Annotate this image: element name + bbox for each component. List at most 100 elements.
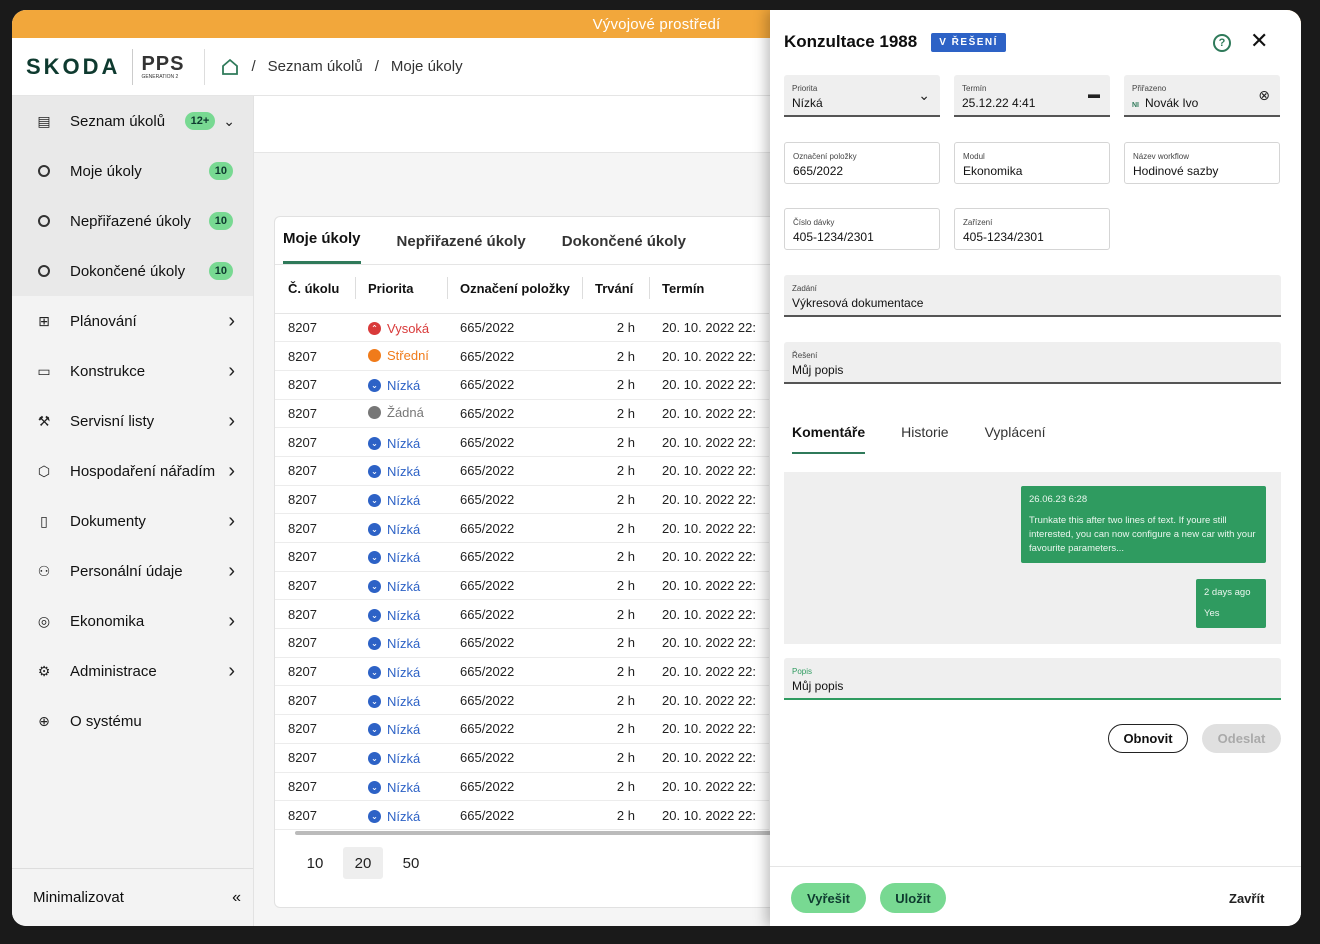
comment-text: Yes bbox=[1204, 608, 1220, 619]
tab-historie[interactable]: Historie bbox=[901, 424, 948, 454]
priority-label: Nízká bbox=[387, 665, 421, 681]
table-row[interactable]: 8207 ⌄ Nízká 665/2022 2 h 20. 10. 2022 22: bbox=[275, 571, 769, 601]
refresh-button[interactable]: Obnovit bbox=[1108, 724, 1188, 753]
cell-item: 665/2022 bbox=[447, 542, 582, 572]
table-row[interactable]: 8207 ⌄ Nízká 665/2022 2 h 20. 10. 2022 22: bbox=[275, 427, 769, 457]
table-row[interactable]: 8207 ⌄ Nízká 665/2022 2 h 20. 10. 2022 22: bbox=[275, 599, 769, 630]
cell-priority: ⌄ Nízká bbox=[355, 513, 447, 543]
list-icon: ▤ bbox=[37, 112, 51, 129]
tab-komentare[interactable]: Komentáře bbox=[792, 424, 866, 454]
sidebar-item-4[interactable]: ▯ Dokumenty › bbox=[12, 496, 253, 546]
cell-priority: ⌃ Vysoká bbox=[355, 313, 447, 343]
resolve-button[interactable]: Vyřešit bbox=[791, 883, 866, 913]
table-row[interactable]: 8207 ⌄ Nízká 665/2022 2 h 20. 10. 2022 22: bbox=[275, 370, 769, 400]
sidebar-item-neprirazene-ukoly[interactable]: Nepřiřazené úkoly 10 bbox=[12, 196, 253, 246]
item-code-field[interactable]: Označení položky 665/2022 bbox=[784, 142, 940, 184]
table-row[interactable]: 8207 Střední 665/2022 2 h 20. 10. 2022 22: bbox=[275, 341, 769, 371]
comment-input[interactable]: Popis Můj popis bbox=[784, 658, 1281, 700]
table-row[interactable]: 8207 ⌄ Nízká 665/2022 2 h 20. 10. 2022 22: bbox=[275, 714, 769, 744]
priority-label: Nízká bbox=[387, 722, 421, 738]
sidebar-item-8[interactable]: ⊕ O systému bbox=[12, 696, 253, 746]
assignment-field[interactable]: Zadání Výkresová dokumentace bbox=[784, 275, 1281, 317]
cell-item: 665/2022 bbox=[447, 456, 582, 486]
globe-icon: ⊕ bbox=[38, 712, 50, 729]
sidebar-item-seznam-ukolu[interactable]: ▤ Seznam úkolů 12+ ⌄ bbox=[12, 96, 253, 146]
save-button[interactable]: Uložit bbox=[880, 883, 946, 913]
close-icon[interactable]: ✕ bbox=[1250, 30, 1268, 52]
page-size-selector: 10 20 50 bbox=[295, 847, 431, 879]
minimize-button[interactable]: Minimalizovat « bbox=[12, 868, 253, 926]
cell-item: 665/2022 bbox=[447, 485, 582, 515]
tab-vyplaceni[interactable]: Vyplácení bbox=[985, 424, 1046, 454]
priority-label: Nízká bbox=[387, 435, 421, 451]
table-row[interactable]: 8207 Žádná 665/2022 2 h 20. 10. 2022 22: bbox=[275, 399, 769, 429]
table-row[interactable]: 8207 ⌄ Nízká 665/2022 2 h 20. 10. 2022 22: bbox=[275, 456, 769, 486]
column-header-due[interactable]: Termín bbox=[649, 265, 769, 314]
assignee-field[interactable]: Přiřazeno NI Novák Ivo ⊗ bbox=[1124, 75, 1280, 117]
chevron-down-icon[interactable]: ⌄ bbox=[223, 113, 235, 130]
due-date-field[interactable]: Termín 25.12.22 4:41 ▬ bbox=[954, 75, 1110, 117]
sidebar-item-label: Administrace bbox=[70, 662, 157, 680]
sidebar-item-6[interactable]: ◎ Ekonomika › bbox=[12, 596, 253, 646]
sidebar-item-label: Ekonomika bbox=[70, 612, 145, 630]
device-field[interactable]: Zařízení 405-1234/2301 bbox=[954, 208, 1110, 250]
sidebar-item-dokoncene-ukoly[interactable]: Dokončené úkoly 10 bbox=[12, 246, 253, 296]
horizontal-scrollbar[interactable] bbox=[295, 831, 775, 835]
table-row[interactable]: 8207 ⌄ Nízká 665/2022 2 h 20. 10. 2022 22: bbox=[275, 685, 769, 716]
close-button[interactable]: Zavřít bbox=[1229, 883, 1264, 913]
priority-select[interactable]: Priorita Nízká ⌄ bbox=[784, 75, 940, 117]
panel-footer: Vyřešit Uložit Zavřít bbox=[770, 866, 1301, 926]
sidebar-item-3[interactable]: ⬡ Hospodaření nářadím › bbox=[12, 446, 253, 496]
workflow-field[interactable]: Název workflow Hodinové sazby bbox=[1124, 142, 1280, 184]
table-row[interactable]: 8207 ⌄ Nízká 665/2022 2 h 20. 10. 2022 22: bbox=[275, 513, 769, 543]
tab-dokoncene-ukoly[interactable]: Dokončené úkoly bbox=[562, 233, 686, 264]
breadcrumb-item-seznam[interactable]: Seznam úkolů bbox=[268, 58, 363, 75]
column-header-item[interactable]: Označení položky bbox=[447, 265, 582, 314]
comment-text: Trunkate this after two lines of text. I… bbox=[1029, 515, 1256, 554]
calendar-icon[interactable]: ▬ bbox=[1088, 87, 1100, 101]
column-header-duration[interactable]: Trvání bbox=[582, 265, 649, 314]
batch-number-field[interactable]: Číslo dávky 405-1234/2301 bbox=[784, 208, 940, 250]
priority-label: Nízká bbox=[387, 779, 421, 795]
skoda-logo[interactable]: SKODA bbox=[26, 54, 120, 80]
page-size-10[interactable]: 10 bbox=[295, 847, 335, 879]
wrench-icon: ⚒ bbox=[37, 412, 51, 429]
solution-field[interactable]: Řešení Můj popis bbox=[784, 342, 1281, 384]
table-row[interactable]: 8207 ⌄ Nízká 665/2022 2 h 20. 10. 2022 22: bbox=[275, 743, 769, 773]
page-size-50[interactable]: 50 bbox=[391, 847, 431, 879]
clear-icon[interactable]: ⊗ bbox=[1258, 87, 1270, 104]
sidebar-item-5[interactable]: ⚇ Personální údaje › bbox=[12, 546, 253, 596]
table-row[interactable]: 8207 ⌄ Nízká 665/2022 2 h 20. 10. 2022 22: bbox=[275, 628, 769, 658]
table-row[interactable]: 8207 ⌃ Vysoká 665/2022 2 h 20. 10. 2022 22: bbox=[275, 313, 769, 343]
send-button[interactable]: Odeslat bbox=[1202, 724, 1281, 753]
field-label: Termín bbox=[962, 84, 987, 93]
module-field[interactable]: Modul Ekonomika bbox=[954, 142, 1110, 184]
sidebar-item-0[interactable]: ⊞ Plánování › bbox=[12, 296, 253, 346]
sidebar-item-2[interactable]: ⚒ Servisní listy › bbox=[12, 396, 253, 446]
table-row[interactable]: 8207 ⌄ Nízká 665/2022 2 h 20. 10. 2022 22: bbox=[275, 772, 769, 802]
tab-neprirazene-ukoly[interactable]: Nepřiřazené úkoly bbox=[397, 233, 526, 264]
cell-due: 20. 10. 2022 22: bbox=[649, 599, 769, 630]
table-row[interactable]: 8207 ⌄ Nízká 665/2022 2 h 20. 10. 2022 22: bbox=[275, 485, 769, 515]
table-row[interactable]: 8207 ⌄ Nízká 665/2022 2 h 20. 10. 2022 22: bbox=[275, 800, 769, 830]
table-row[interactable]: 8207 ⌄ Nízká 665/2022 2 h 20. 10. 2022 22: bbox=[275, 657, 769, 687]
priority-icon: ⌄ bbox=[368, 436, 381, 450]
tab-moje-ukoly[interactable]: Moje úkoly bbox=[283, 230, 361, 264]
column-header-id[interactable]: Č. úkolu bbox=[275, 265, 355, 314]
sidebar-item-7[interactable]: ⚙ Administrace › bbox=[12, 646, 253, 696]
sidebar-item-moje-ukoly[interactable]: Moje úkoly 10 bbox=[12, 146, 253, 196]
cell-duration: 2 h bbox=[582, 370, 649, 400]
pps-logo-text: PPS bbox=[141, 52, 185, 75]
priority-icon: ⌄ bbox=[368, 379, 381, 393]
field-value: 405-1234/2301 bbox=[963, 230, 1044, 244]
priority-icon: ⌄ bbox=[368, 580, 381, 594]
help-icon[interactable]: ? bbox=[1213, 34, 1231, 52]
sidebar-item-1[interactable]: ▭ Konstrukce › bbox=[12, 346, 253, 396]
cell-priority: ⌄ Nízká bbox=[355, 685, 447, 716]
table-row[interactable]: 8207 ⌄ Nízká 665/2022 2 h 20. 10. 2022 22: bbox=[275, 542, 769, 572]
column-header-priority[interactable]: Priorita bbox=[355, 265, 447, 314]
cell-item: 665/2022 bbox=[447, 800, 582, 830]
priority-label: Nízká bbox=[387, 521, 421, 537]
page-size-20[interactable]: 20 bbox=[343, 847, 383, 879]
home-icon[interactable] bbox=[221, 58, 239, 76]
